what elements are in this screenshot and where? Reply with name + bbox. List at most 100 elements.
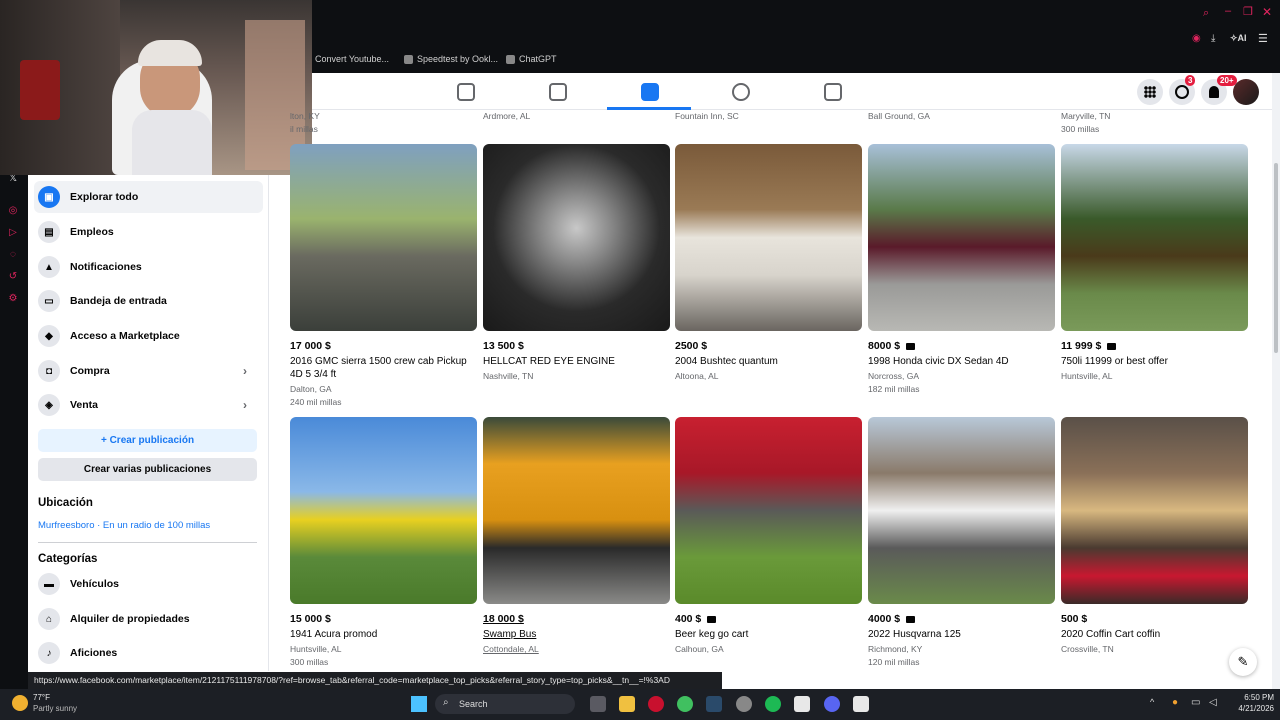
listing-image[interactable] bbox=[1061, 417, 1248, 604]
sidebar-item-acceso[interactable]: ◆ Acceso a Marketplace bbox=[38, 325, 180, 347]
listing-image[interactable] bbox=[483, 144, 670, 331]
clock-date[interactable]: 4/21/2026 bbox=[1226, 704, 1274, 713]
scrollbar[interactable] bbox=[1272, 73, 1280, 689]
listing-card[interactable]: 11 999 $ 750li 11999 or best offer Hunts… bbox=[1061, 144, 1248, 381]
ai-button[interactable]: ✧AI bbox=[1230, 33, 1247, 44]
listing-image[interactable] bbox=[868, 144, 1055, 331]
list-item[interactable]: Ball Ground, GA bbox=[868, 110, 1055, 121]
listing-card[interactable]: 18 000 $ Swamp Bus Cottondale, AL bbox=[483, 417, 670, 654]
marketplace-icon[interactable] bbox=[641, 83, 659, 101]
steam-icon[interactable] bbox=[706, 696, 722, 712]
listing-card[interactable]: 2500 $ 2004 Bushtec quantum Altoona, AL bbox=[675, 144, 862, 381]
listing-mileage: 182 mil millas bbox=[868, 384, 920, 394]
listing-card[interactable]: 8000 $ 1998 Honda civic DX Sedan 4D Norc… bbox=[868, 144, 1055, 394]
list-item[interactable]: Fountain Inn, SC bbox=[675, 110, 862, 121]
listing-location: Norcross, GA bbox=[868, 371, 920, 381]
sidebar-item-notificaciones[interactable]: ▲ Notificaciones bbox=[38, 256, 142, 278]
app-icon[interactable] bbox=[794, 696, 810, 712]
microphone-icon[interactable]: ● bbox=[1172, 697, 1178, 708]
sidebar-item-venta[interactable]: ◈ Venta › bbox=[38, 394, 259, 416]
category-alquiler[interactable]: ⌂ Alquiler de propiedades bbox=[38, 608, 190, 630]
menu-icon[interactable]: ☰ bbox=[1258, 32, 1268, 45]
list-item[interactable]: Maryville, TN 300 millas bbox=[1061, 110, 1248, 134]
category-aficiones[interactable]: ♪ Aficiones bbox=[38, 642, 117, 664]
video-icon[interactable] bbox=[549, 83, 567, 101]
listing-price: 4000 $ bbox=[868, 613, 1055, 625]
chat-icon[interactable]: ◌ bbox=[7, 249, 19, 261]
listing-image[interactable] bbox=[290, 417, 477, 604]
inbox-icon: ▭ bbox=[38, 290, 60, 312]
create-multiple-button[interactable]: Crear varias publicaciones bbox=[38, 458, 257, 481]
listing-card[interactable]: 400 $ Beer keg go cart Calhoun, GA bbox=[675, 417, 862, 654]
sidebar-item-bandeja[interactable]: ▭ Bandeja de entrada bbox=[38, 290, 167, 312]
profile-icon[interactable]: ◉ bbox=[1192, 33, 1201, 44]
shield-icon: ◆ bbox=[38, 325, 60, 347]
minimize-icon[interactable]: – bbox=[1225, 5, 1231, 17]
search-icon[interactable]: ⌕ bbox=[1203, 7, 1209, 20]
weather-temp: 77°F bbox=[33, 693, 50, 702]
create-listing-button[interactable]: + Crear publicación bbox=[38, 429, 257, 452]
sidebar-item-explorar-todo[interactable]: ▣ Explorar todo bbox=[38, 186, 138, 208]
opera-icon[interactable] bbox=[648, 696, 664, 712]
listing-card[interactable]: 17 000 $ 2016 GMC sierra 1500 crew cab P… bbox=[290, 144, 477, 407]
volume-icon[interactable]: ◁ bbox=[1209, 697, 1217, 708]
listing-card[interactable]: 500 $ 2020 Coffin Cart coffin Crossville… bbox=[1061, 417, 1248, 654]
listing-location: Altoona, AL bbox=[675, 371, 719, 381]
chevron-right-icon: › bbox=[243, 364, 247, 378]
bookmark-chatgpt[interactable]: ChatGPT bbox=[506, 54, 557, 64]
close-icon[interactable]: ✕ bbox=[1262, 5, 1272, 19]
listing-card[interactable]: 4000 $ 2022 Husqvarna 125 Richmond, KY 1… bbox=[868, 417, 1055, 667]
listing-image[interactable] bbox=[290, 144, 477, 331]
app-icon[interactable] bbox=[677, 696, 693, 712]
download-icon[interactable]: ⤓ bbox=[1211, 33, 1215, 44]
listing-card[interactable]: 15 000 $ 1941 Acura promod Huntsville, A… bbox=[290, 417, 477, 667]
gaming-icon[interactable] bbox=[824, 83, 842, 101]
listing-location: Crossville, TN bbox=[1061, 644, 1114, 654]
sidebar-item-compra[interactable]: ◘ Compra › bbox=[38, 360, 259, 382]
listing-card[interactable]: 13 500 $ HELLCAT RED EYE ENGINE Nashvill… bbox=[483, 144, 670, 381]
bookmark-speedtest[interactable]: Speedtest by Ookl... bbox=[404, 54, 498, 64]
compose-icon[interactable]: ✎ bbox=[1229, 648, 1257, 676]
bookmark-convert-youtube[interactable]: Convert Youtube... bbox=[315, 54, 389, 64]
listing-title: 750li 11999 or best offer bbox=[1061, 356, 1168, 367]
groups-icon[interactable] bbox=[732, 83, 750, 101]
spotify-icon[interactable] bbox=[765, 696, 781, 712]
history-icon[interactable]: ↺ bbox=[7, 271, 19, 283]
app-icon[interactable] bbox=[736, 696, 752, 712]
file-explorer-icon[interactable] bbox=[619, 696, 635, 712]
house-icon: ⌂ bbox=[38, 608, 60, 630]
list-item[interactable]: Ardmore, AL bbox=[483, 110, 670, 121]
listing-location: Dalton, GA bbox=[290, 384, 332, 394]
location-value[interactable]: Murfreesboro · En un radio de 100 millas bbox=[38, 520, 210, 531]
maximize-icon[interactable]: ❐ bbox=[1243, 5, 1253, 18]
listing-price: 15 000 $ bbox=[290, 613, 331, 625]
listing-image[interactable] bbox=[1061, 144, 1248, 331]
marketplace-sidebar: ▣ Explorar todo ▤ Empleos ▲ Notificaciones … bbox=[28, 175, 269, 671]
listing-location: Calhoun, GA bbox=[675, 644, 724, 654]
listing-image[interactable] bbox=[868, 417, 1055, 604]
listing-image[interactable] bbox=[675, 144, 862, 331]
record-icon[interactable]: ◎ bbox=[7, 205, 19, 217]
taskbar-search[interactable]: Search bbox=[435, 694, 575, 714]
app-icon[interactable] bbox=[853, 696, 869, 712]
sidebar-item-empleos[interactable]: ▤ Empleos bbox=[38, 221, 114, 243]
chevron-up-icon[interactable]: ^ bbox=[1150, 697, 1154, 707]
category-vehiculos[interactable]: ▬ Vehículos bbox=[38, 573, 119, 595]
avatar[interactable] bbox=[1233, 79, 1259, 105]
settings-icon[interactable]: ⚙ bbox=[7, 293, 19, 305]
briefcase-icon: ▤ bbox=[38, 221, 60, 243]
listing-image[interactable] bbox=[483, 417, 670, 604]
network-icon[interactable]: ▭ bbox=[1191, 697, 1200, 708]
video-icon bbox=[906, 615, 916, 623]
task-view-icon[interactable] bbox=[590, 696, 606, 712]
listing-image[interactable] bbox=[675, 417, 862, 604]
menu-grid-icon[interactable] bbox=[1137, 79, 1163, 105]
windows-start-icon[interactable] bbox=[411, 696, 427, 712]
home-icon[interactable] bbox=[457, 83, 475, 101]
listing-title[interactable]: Swamp Bus bbox=[483, 628, 670, 641]
video-icon bbox=[906, 342, 916, 350]
send-icon[interactable]: ▷ bbox=[7, 227, 19, 239]
clock-time[interactable]: 6:50 PM bbox=[1226, 693, 1274, 702]
list-item[interactable]: lton, KY il millas bbox=[290, 110, 477, 134]
discord-icon[interactable] bbox=[824, 696, 840, 712]
